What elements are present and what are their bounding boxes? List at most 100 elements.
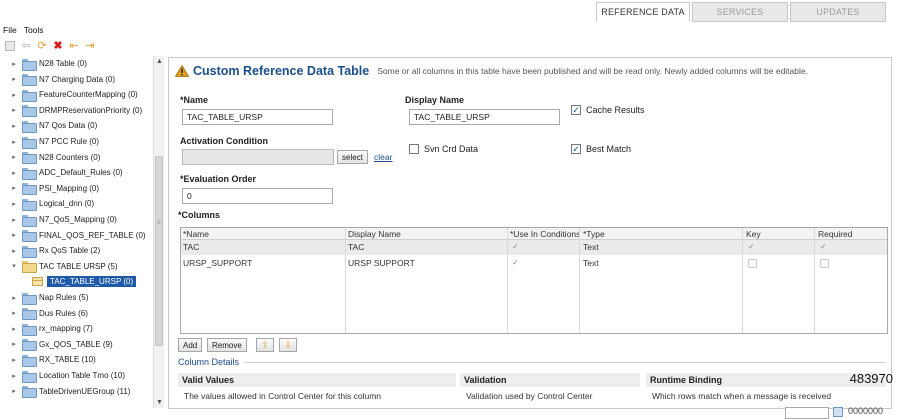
export-icon[interactable]: ⇥	[84, 40, 96, 52]
menu-file[interactable]: File	[3, 25, 17, 35]
tree-item[interactable]: ▸ TableDrivenUEGroup (11)	[0, 384, 130, 399]
delete-icon[interactable]: ✖	[52, 40, 64, 52]
scroll-thumb[interactable]	[155, 156, 163, 346]
tree-item[interactable]: ▸ N7_QoS_Mapping (0)	[0, 212, 117, 227]
tab-services[interactable]: SERVICES	[692, 2, 788, 22]
column-header-key[interactable]: Key	[744, 228, 814, 240]
panel-header: Custom Reference Data Table Some or all …	[169, 58, 891, 84]
tab-updates[interactable]: UPDATES	[790, 2, 886, 22]
expand-arrow-icon[interactable]: ▸	[10, 216, 18, 224]
tree-item[interactable]: ▸ DRMPReservationPriority (0)	[0, 103, 142, 118]
scroll-down-icon[interactable]: ▼	[156, 399, 163, 406]
tree-item[interactable]: ▸ N7 Charging Data (0)	[0, 72, 115, 87]
tree-item[interactable]: ▸ ADC_Default_Rules (0)	[0, 165, 123, 180]
page-title: Custom Reference Data Table	[193, 64, 370, 78]
key-checkbox[interactable]	[748, 259, 757, 268]
add-button[interactable]: Add	[178, 338, 203, 352]
status-input[interactable]	[785, 407, 829, 419]
required-checkbox[interactable]	[820, 259, 829, 268]
expand-arrow-icon[interactable]: ▸	[10, 325, 18, 333]
runtime-binding-text: Which rows match when a message is recei…	[652, 391, 832, 401]
table-icon	[32, 277, 43, 287]
refresh-icon[interactable]: ⟳	[36, 40, 48, 52]
expand-arrow-icon[interactable]: ▸	[10, 106, 18, 114]
folder-open-icon	[22, 261, 37, 274]
tree-item[interactable]: ▸ PSI_Mapping (0)	[0, 181, 99, 196]
evaluation-order-input[interactable]	[182, 188, 333, 204]
tree-item[interactable]: ▸ FeatureCounterMapping (0)	[0, 87, 138, 102]
expand-arrow-icon[interactable]: ▸	[10, 169, 18, 177]
tree-item[interactable]: ▸ Location Table Tmo (10)	[0, 368, 125, 383]
use-in-conditions-check-icon[interactable]: ✓	[512, 258, 519, 267]
collapse-arrow-icon[interactable]: ▾	[10, 262, 18, 270]
expand-arrow-icon[interactable]: ▸	[10, 153, 18, 161]
expand-arrow-icon[interactable]: ▸	[10, 231, 18, 239]
arrow-down-icon[interactable]: ⇩	[279, 338, 297, 352]
expand-arrow-icon[interactable]: ▸	[10, 309, 18, 317]
import-icon[interactable]: ⇤	[68, 40, 80, 52]
activation-condition-input	[182, 149, 334, 165]
expand-arrow-icon[interactable]: ▸	[10, 91, 18, 99]
folder-icon	[22, 58, 37, 71]
clear-link[interactable]: clear	[374, 152, 392, 162]
arrow-up-icon[interactable]: ⇧	[256, 338, 274, 352]
tree-item[interactable]: ▸ FINAL_QOS_REF_TABLE (0)	[0, 228, 146, 243]
expand-arrow-icon[interactable]: ▸	[10, 60, 18, 68]
svn-crd-data-checkbox[interactable]	[409, 144, 419, 154]
cell-type: Text	[583, 242, 599, 252]
name-input[interactable]	[182, 109, 333, 125]
menu-tools[interactable]: Tools	[24, 25, 44, 35]
expand-arrow-icon[interactable]: ▸	[10, 356, 18, 364]
column-header-display-name[interactable]: Display Name	[346, 228, 506, 240]
required-check-icon[interactable]: ✓	[820, 242, 827, 251]
tree-item[interactable]: ▸ Logical_dnn (0)	[0, 196, 94, 211]
menu-bar: File Tools	[3, 25, 44, 35]
tree-item-selected[interactable]: TAC_TABLE_URSP (0)	[0, 274, 137, 289]
tree-item[interactable]: ▸ Nap Rules (5)	[0, 290, 88, 305]
column-header-type[interactable]: *Type	[581, 228, 741, 240]
table-row[interactable]: TAC TAC ✓ Text ✓ ✓	[181, 240, 887, 255]
expand-arrow-icon[interactable]: ▸	[10, 122, 18, 130]
lock-icon[interactable]	[4, 40, 16, 52]
toolbar: ⇦ ⟳ ✖ ⇤ ⇥	[4, 40, 96, 52]
expand-arrow-icon[interactable]: ▸	[10, 247, 18, 255]
tree-item[interactable]: ▸ RX_TABLE (10)	[0, 352, 96, 367]
tree-item[interactable]: ▸ N28 Table (0)	[0, 56, 87, 71]
folder-icon	[22, 339, 37, 352]
tree-scrollbar[interactable]: ▲ ≡ ▼	[153, 56, 164, 408]
tree-item[interactable]: ▸ Gx_QOS_TABLE (9)	[0, 337, 113, 352]
tree-item[interactable]: ▸ N7 PCC Rule (0)	[0, 134, 99, 149]
remove-button[interactable]: Remove	[207, 338, 247, 352]
expand-arrow-icon[interactable]: ▸	[10, 340, 18, 348]
display-name-input[interactable]	[409, 109, 560, 125]
tree-item[interactable]: ▸ Dus Rules (6)	[0, 306, 88, 321]
tree-item[interactable]: ▸ N7 Qos Data (0)	[0, 118, 97, 133]
expand-arrow-icon[interactable]: ▸	[10, 294, 18, 302]
best-match-checkbox[interactable]: ✓	[571, 144, 581, 154]
validation-text: Validation used by Control Center	[466, 391, 593, 401]
folder-icon	[22, 74, 37, 87]
table-row[interactable]: URSP_SUPPORT URSP SUPPORT ✓ Text	[181, 256, 887, 271]
expand-arrow-icon[interactable]: ▸	[10, 75, 18, 83]
arrow-left-icon[interactable]: ⇦	[20, 40, 32, 52]
key-check-icon[interactable]: ✓	[748, 242, 755, 251]
expand-arrow-icon[interactable]: ▸	[10, 387, 18, 395]
column-header-required[interactable]: Required	[816, 228, 886, 240]
scroll-up-icon[interactable]: ▲	[156, 58, 163, 65]
read-only-note: Some or all columns in this table have b…	[377, 66, 808, 76]
tree-item[interactable]: ▸ rx_mapping (7)	[0, 321, 93, 336]
expand-arrow-icon[interactable]: ▸	[10, 200, 18, 208]
tree-item[interactable]: ▾ TAC TABLE URSP (5)	[0, 259, 118, 274]
expand-arrow-icon[interactable]: ▸	[10, 184, 18, 192]
expand-arrow-icon[interactable]: ▸	[10, 372, 18, 380]
cache-results-checkbox[interactable]: ✓	[571, 105, 581, 115]
expand-arrow-icon[interactable]: ▸	[10, 138, 18, 146]
column-header-name[interactable]: *Name	[181, 228, 345, 240]
use-in-conditions-check-icon[interactable]: ✓	[512, 242, 519, 251]
tree-item[interactable]: ▸ N28 Counters (0)	[0, 150, 100, 165]
select-button[interactable]: select	[337, 150, 368, 164]
column-header-use-in-conditions[interactable]: *Use In Conditions	[508, 228, 580, 240]
tree-item[interactable]: ▸ Rx QoS Table (2)	[0, 243, 100, 258]
tab-reference-data[interactable]: REFERENCE DATA	[596, 2, 690, 22]
folder-icon	[22, 214, 37, 227]
